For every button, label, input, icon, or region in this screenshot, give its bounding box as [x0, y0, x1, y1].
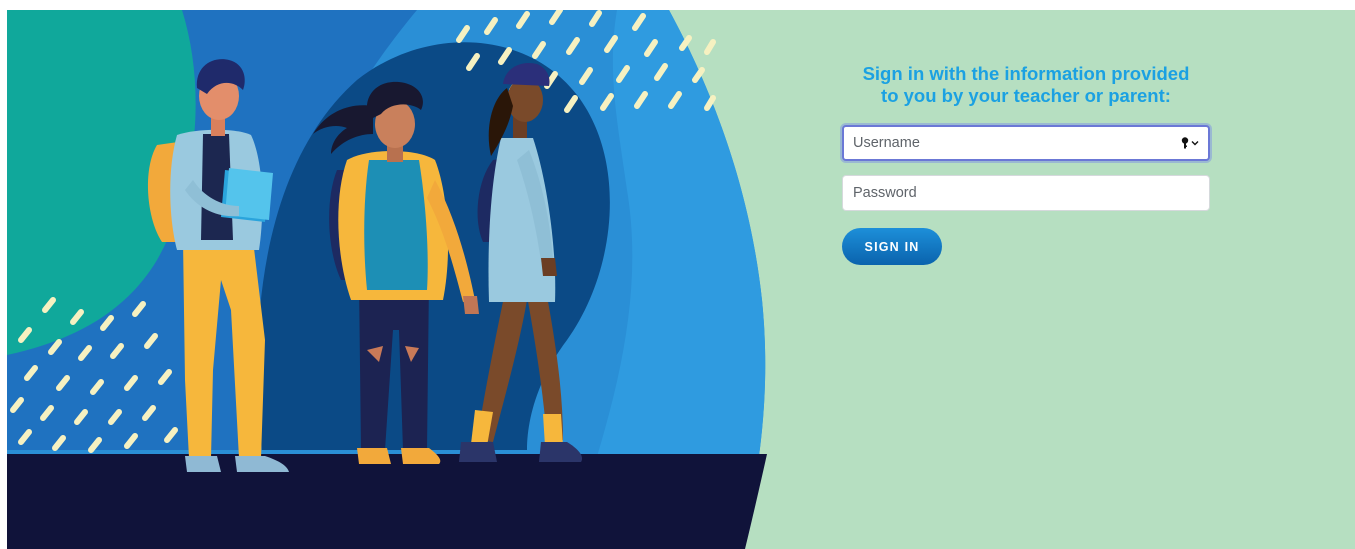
password-field-wrapper	[842, 175, 1210, 211]
key-dropdown-icon[interactable]	[1180, 135, 1202, 151]
login-heading-line-2: to you by your teacher or parent:	[881, 85, 1171, 106]
username-field-wrapper	[842, 125, 1210, 161]
login-panel: Sign in with the information provided to…	[842, 63, 1210, 265]
password-input[interactable]	[842, 175, 1210, 211]
key-icon	[1181, 137, 1199, 149]
page-frame: Sign in with the information provided to…	[7, 10, 1355, 549]
login-heading-line-1: Sign in with the information provided	[862, 63, 1190, 84]
sign-in-button[interactable]: SIGN IN	[842, 228, 942, 265]
login-heading: Sign in with the information provided to…	[842, 63, 1210, 107]
username-input[interactable]	[842, 125, 1210, 161]
